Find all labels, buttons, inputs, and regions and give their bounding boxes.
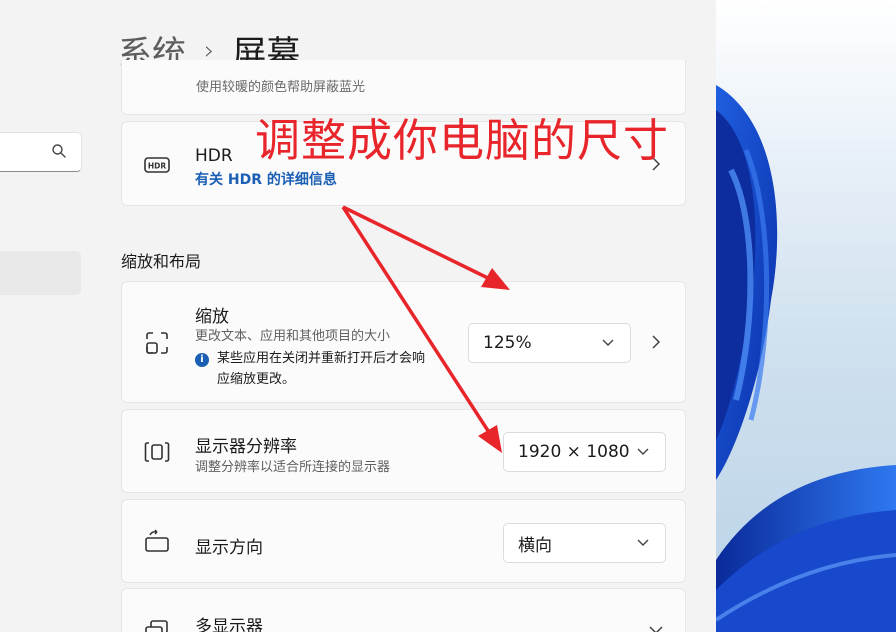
settings-window: 系统 › 屏幕 使用较暖的颜色帮助屏蔽蓝光 HDR HDR 有关 HDR 的详细… [0,0,716,632]
resolution-title: 显示器分辨率 [195,437,297,457]
annotation-text: 调整成你电脑的尺寸 [255,114,670,167]
multi-display-title: 多显示器 [195,617,263,632]
scale-icon [146,332,168,354]
hdr-title: HDR [195,146,233,166]
chevron-right-icon[interactable] [651,334,661,350]
chevron-down-icon [602,339,614,346]
orientation-title: 显示方向 [195,538,263,558]
orientation-card[interactable]: 显示方向 横向 [121,499,686,583]
resolution-dropdown[interactable]: 1920 × 1080 [503,432,666,472]
multi-display-icon [145,620,168,632]
orientation-value: 横向 [518,535,552,556]
orientation-icon [145,529,169,552]
info-icon: i [195,353,209,367]
hdr-info-link[interactable]: 有关 HDR 的详细信息 [195,169,337,189]
resolution-card[interactable]: 显示器分辨率 调整分辨率以适合所连接的显示器 1920 × 1080 [121,409,686,493]
section-heading: 缩放和布局 [121,252,202,271]
chevron-down-icon [637,448,649,455]
hdr-icon: HDR [144,157,170,173]
resolution-subtitle: 调整分辨率以适合所连接的显示器 [195,460,391,475]
desktop-wallpaper [716,0,896,632]
scale-card[interactable]: 缩放 更改文本、应用和其他项目的大小 i 某些应用在关闭并重新打开后才会响应缩放… [121,281,686,403]
svg-text:HDR: HDR [148,162,167,171]
orientation-dropdown[interactable]: 横向 [503,523,666,563]
chevron-down-icon [637,539,649,546]
scale-subtitle: 更改文本、应用和其他项目的大小 [195,329,391,344]
resolution-icon [144,442,170,462]
scale-title: 缩放 [195,307,229,327]
scale-value: 125% [483,333,532,353]
nav-selected-item[interactable] [0,251,81,295]
chevron-down-icon[interactable] [649,625,663,632]
scale-info-text: 某些应用在关闭并重新打开后才会响应缩放更改。 [217,351,426,387]
multi-display-card[interactable]: 多显示器 [121,588,686,632]
search-icon [52,144,66,158]
scale-dropdown[interactable]: 125% [468,323,631,363]
clipped-description: 使用较暖的颜色帮助屏蔽蓝光 [196,80,366,95]
resolution-value: 1920 × 1080 [518,442,630,462]
bloom-graphic [716,85,896,632]
search-box[interactable] [0,132,82,172]
